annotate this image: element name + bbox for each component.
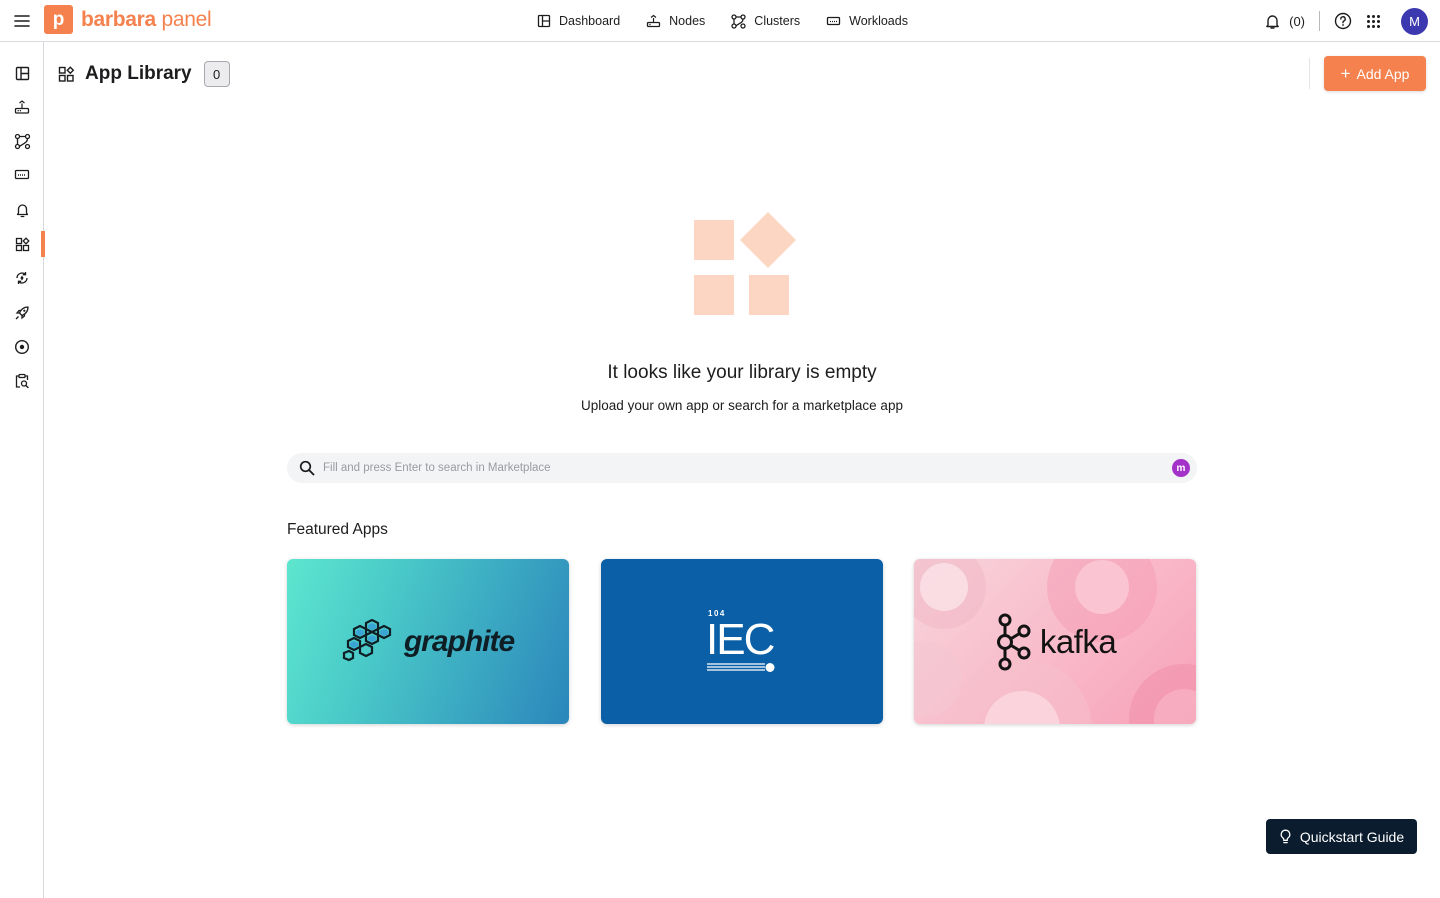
app-count-badge: 0 [203, 61, 230, 87]
empty-state-subtitle: Upload your own app or search for a mark… [581, 398, 903, 413]
page-title: App Library [85, 63, 192, 84]
kafka-logo-icon [994, 612, 1032, 672]
featured-app-card-graphite[interactable]: graphite [287, 559, 569, 724]
nodes-icon [646, 14, 669, 28]
graphite-logo-icon [342, 618, 400, 665]
brand-name: barbara panel [81, 7, 212, 32]
bell-icon [1264, 13, 1281, 30]
notifications-button[interactable]: (0) [1264, 13, 1305, 30]
quickstart-guide-button[interactable]: Quickstart Guide [1266, 819, 1417, 854]
marketplace-search: m [287, 453, 1197, 483]
dashboard-icon [15, 66, 30, 81]
sidebar-item-sync[interactable] [0, 265, 44, 291]
workloads-icon [14, 168, 30, 182]
bell-icon [15, 202, 30, 218]
header-divider [1309, 58, 1310, 89]
top-bar: p barbara panel Dashboard Nodes Clusters [0, 0, 1440, 42]
sidebar-item-dashboard[interactable] [0, 60, 44, 86]
hamburger-menu-icon[interactable] [12, 11, 32, 31]
iec-wordmark: IEC [706, 615, 775, 664]
app-library-icon [15, 236, 30, 252]
card-content: graphite [287, 559, 569, 724]
topnav-dashboard[interactable]: Dashboard [537, 14, 620, 28]
topnav-dashboard-label: Dashboard [559, 14, 621, 28]
topnav-clusters-label: Clusters [754, 14, 801, 28]
clusters-icon [14, 133, 31, 150]
featured-app-card-iec[interactable]: 104 IEC [601, 559, 883, 724]
lightbulb-icon [1279, 829, 1300, 844]
empty-state-title: It looks like your library is empty [607, 362, 877, 383]
nodes-icon [14, 99, 30, 115]
target-icon [14, 339, 30, 355]
quickstart-guide-label: Quickstart Guide [1299, 828, 1405, 845]
avatar[interactable]: M [1401, 7, 1428, 35]
add-app-button[interactable]: + Add App [1324, 56, 1426, 91]
brand-name-part2: panel [155, 7, 212, 31]
top-right-actions: (0) M [1264, 0, 1428, 42]
card-content: kafka [914, 559, 1196, 724]
topnav-workloads-label: Workloads [849, 14, 908, 28]
graphite-wordmark: graphite [403, 624, 515, 658]
app-library-icon [58, 65, 75, 83]
kafka-wordmark: kafka [1039, 622, 1117, 660]
sidebar-item-workloads[interactable] [0, 162, 44, 188]
sidebar-item-monitoring[interactable] [0, 334, 44, 360]
sidebar-active-indicator [41, 231, 45, 257]
sidebar-item-deployments[interactable] [0, 300, 44, 326]
card-content: 104 IEC [601, 559, 883, 724]
sidebar-item-notifications[interactable] [0, 197, 44, 223]
iec-underline-icon [707, 663, 775, 672]
topnav-nodes-label: Nodes [669, 14, 706, 28]
brand-name-part1: barbara [81, 7, 156, 31]
top-navigation: Dashboard Nodes Clusters Workloads [537, 0, 934, 42]
iec-logo-icon: 104 IEC [706, 609, 778, 674]
topnav-clusters[interactable]: Clusters [731, 13, 801, 29]
dashboard-icon [537, 14, 559, 28]
topnav-nodes[interactable]: Nodes [646, 14, 705, 28]
empty-library-illustration [693, 210, 799, 318]
marketplace-search-input[interactable] [323, 453, 1143, 483]
divider [1319, 11, 1320, 31]
sidebar [0, 42, 45, 898]
plus-icon: + [1340, 63, 1351, 83]
workloads-icon [826, 15, 849, 28]
featured-apps-title: Featured Apps [287, 521, 388, 538]
clusters-icon [731, 13, 754, 29]
search-icon [299, 460, 315, 476]
add-app-label: Add App [1356, 65, 1410, 82]
sidebar-item-clusters[interactable] [0, 128, 44, 154]
brand-logo[interactable]: p barbara panel [44, 5, 212, 34]
sidebar-item-nodes[interactable] [0, 94, 44, 120]
apps-grid-icon[interactable] [1366, 14, 1381, 29]
topnav-workloads[interactable]: Workloads [826, 14, 908, 28]
notifications-count: (0) [1289, 13, 1305, 29]
help-icon[interactable] [1334, 12, 1352, 30]
marketplace-badge-icon: m [1172, 459, 1190, 477]
rocket-icon [14, 305, 30, 321]
brand-mark-icon: p [44, 5, 73, 34]
page-header: App Library 0 [58, 60, 230, 88]
featured-app-card-kafka[interactable]: kafka [914, 559, 1196, 724]
sidebar-item-app-library[interactable] [0, 231, 45, 257]
sync-icon [14, 270, 30, 286]
